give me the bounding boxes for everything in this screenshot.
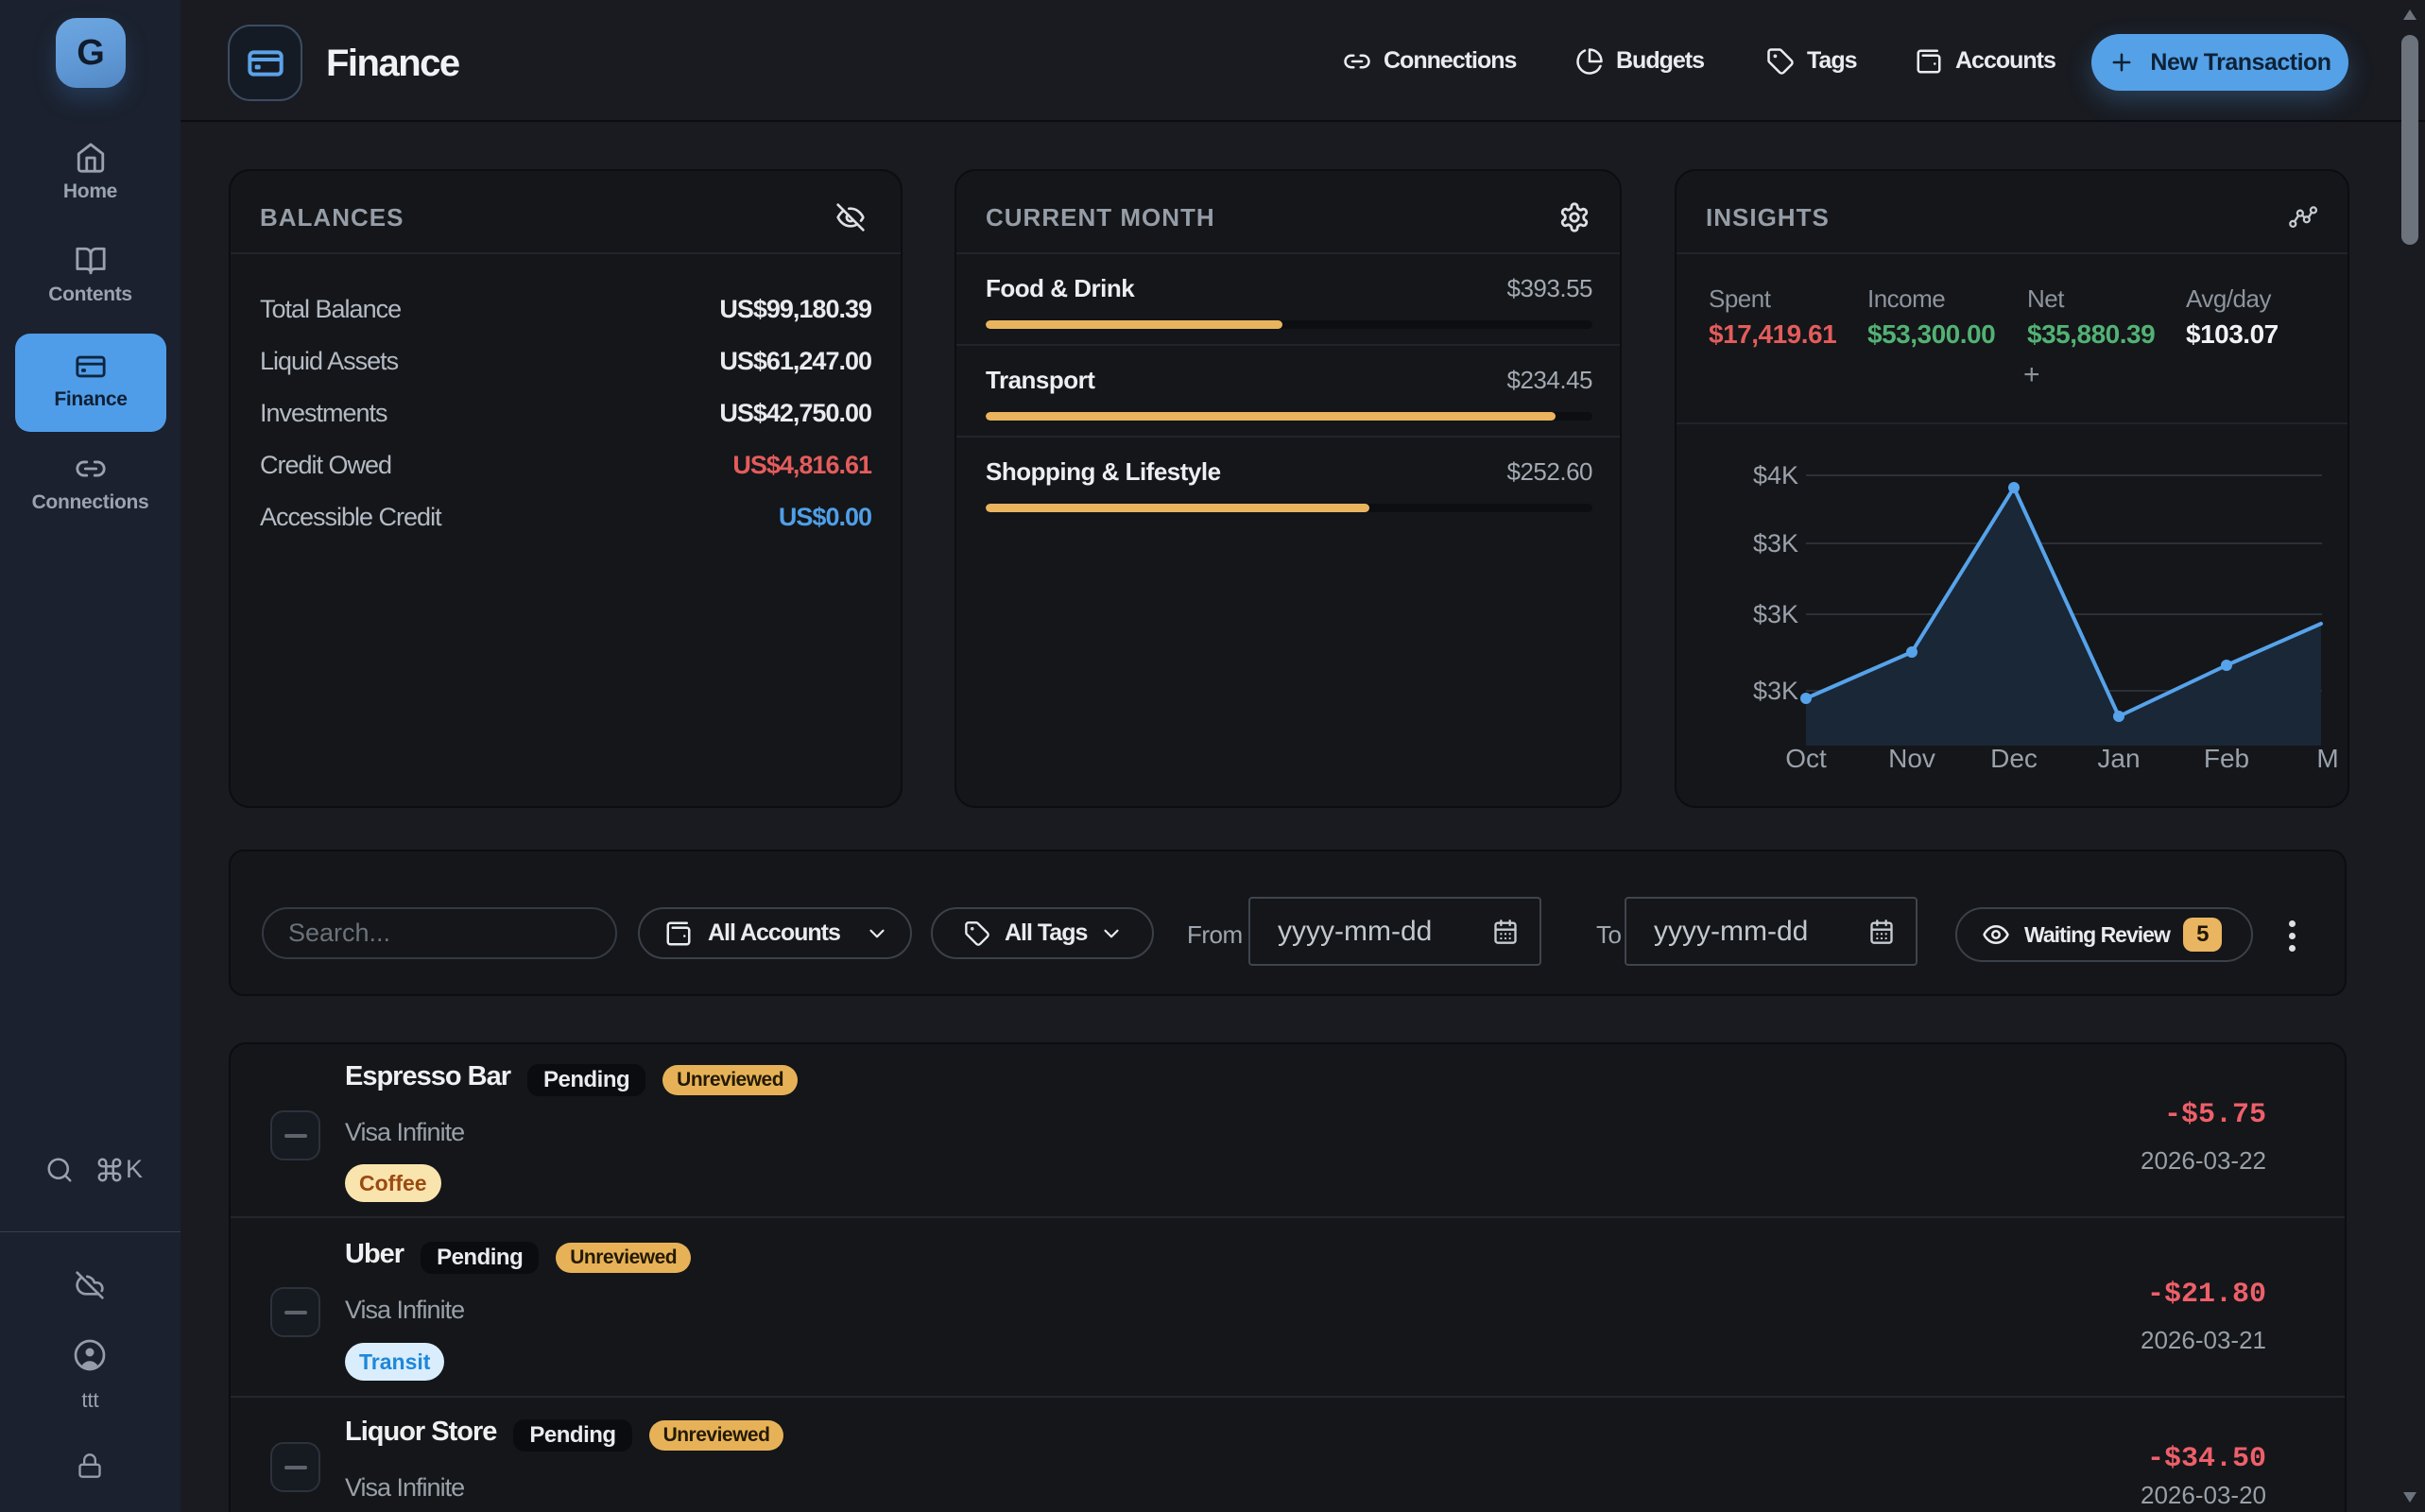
svg-text:$4K: $4K (1753, 461, 1798, 490)
svg-text:M: M (2316, 744, 2338, 773)
svg-text:$3K: $3K (1753, 677, 1798, 705)
svg-text:$3K: $3K (1753, 529, 1798, 558)
svg-text:Jan: Jan (2097, 744, 2140, 773)
svg-text:Feb: Feb (2204, 744, 2249, 773)
svg-text:Oct: Oct (1785, 744, 1827, 773)
svg-text:Dec: Dec (1990, 744, 2038, 773)
svg-text:Nov: Nov (1888, 744, 1935, 773)
svg-text:$3K: $3K (1753, 600, 1798, 628)
